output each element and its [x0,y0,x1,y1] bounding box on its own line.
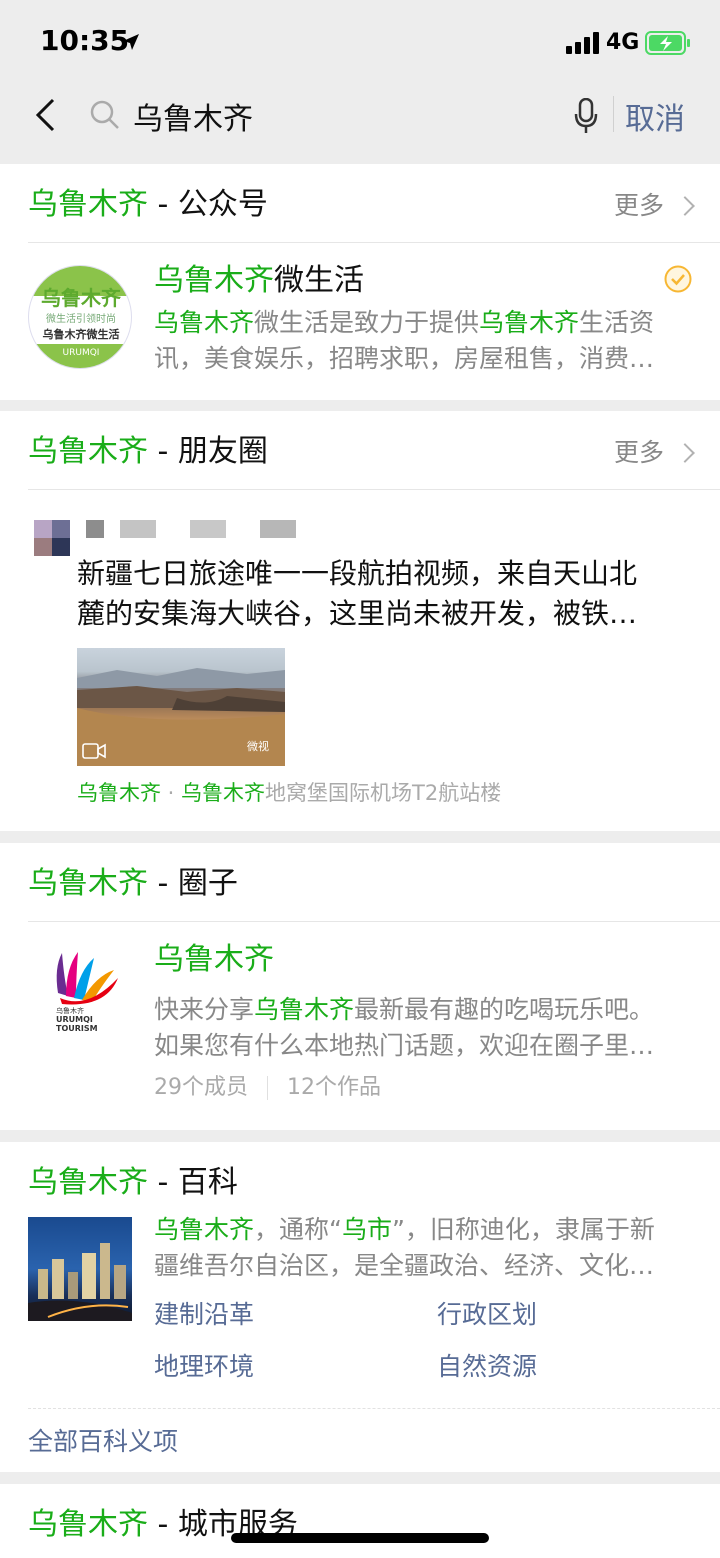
baike-link-history[interactable]: 建制沿革 [154,1298,254,1332]
account-result-item[interactable]: 乌鲁木齐 微生活引领时尚 乌鲁木齐微生活 URUMQI 乌鲁木齐微生活 乌鲁木齐… [0,243,720,400]
circle-section: 乌鲁木齐 - 圈子 乌鲁木齐 URUMQI TOURISM 乌鲁木齐 快来分享乌… [0,843,720,1130]
all-baike-entries-link[interactable]: 全部百科义项 [28,1425,178,1459]
baike-link-divisions[interactable]: 行政区划 [437,1298,537,1332]
battery-icon [645,31,690,55]
section-title: 乌鲁木齐 - 公众号 [28,187,268,222]
section-title: 乌鲁木齐 - 百科 [28,1165,238,1200]
city-photo[interactable] [28,1217,132,1321]
signal-icon [566,32,599,54]
city-service-section: 乌鲁木齐 - 城市服务 [0,1484,720,1558]
more-button[interactable]: 更多 [614,436,664,470]
avatar [34,520,70,556]
member-count: 29个成员 [154,1075,248,1100]
video-icon [82,743,106,759]
search-bar: 乌鲁木齐 取消 [0,86,720,152]
back-icon[interactable] [34,98,56,132]
baike-desc-line2: 疆维吾尔自治区，是全疆政治、经济、文化… [154,1251,655,1280]
chevron-right-icon[interactable] [675,443,695,463]
account-name: 乌鲁木齐微生活 [154,263,364,298]
location-arrow-icon [123,34,139,50]
post-text-line2: 麓的安集海大峡谷，这里尚未被开发，被铁… [77,597,638,630]
baike-link-resources[interactable]: 自然资源 [437,1350,537,1384]
circle-logo: 乌鲁木齐 URUMQI TOURISM [48,948,128,1038]
baike-section: 乌鲁木齐 - 百科 乌鲁木齐，通称“乌市”，旧称迪化，隶属于新 疆维吾尔自治区，… [0,1142,720,1472]
mic-icon[interactable] [574,98,598,134]
section-title: 乌鲁木齐 - 圈子 [28,866,238,901]
moment-post[interactable]: 新疆七日旅途唯一一段航拍视频，来自天山北 麓的安集海大峡谷，这里尚未被开发，被铁… [0,490,720,831]
search-input[interactable]: 乌鲁木齐 [133,94,253,138]
circle-desc-line1: 快来分享乌鲁木齐最新最有趣的吃喝玩乐吧。 [154,995,655,1024]
home-indicator[interactable] [231,1533,489,1543]
more-button[interactable]: 更多 [614,189,664,223]
post-text-line1: 新疆七日旅途唯一一段航拍视频，来自天山北 [77,557,638,590]
cancel-button[interactable]: 取消 [625,94,685,138]
account-avatar: 乌鲁木齐 微生活引领时尚 乌鲁木齐微生活 URUMQI [28,265,132,369]
network-label: 4G [606,30,640,55]
account-desc-line1: 乌鲁木齐微生活是致力于提供乌鲁木齐生活资 [154,308,655,337]
verified-icon [664,265,692,293]
circle-name: 乌鲁木齐 [154,942,274,977]
search-divider [613,96,614,132]
status-time: 10:35 [40,24,130,57]
search-icon [90,100,119,129]
video-thumbnail[interactable]: 微视 [77,648,285,766]
section-title: 乌鲁木齐 - 朋友圈 [28,434,268,469]
moments-section: 乌鲁木齐 - 朋友圈 更多 新疆七日旅途唯一一段航拍视频，来自天山北 麓的安集海… [0,411,720,831]
baike-link-geography[interactable]: 地理环境 [154,1350,254,1384]
circle-result-item[interactable]: 乌鲁木齐 URUMQI TOURISM 乌鲁木齐 快来分享乌鲁木齐最新最有趣的吃… [0,922,720,1130]
work-count: 12个作品 [287,1075,381,1100]
dotted-divider [28,1408,720,1409]
baike-desc-line1: 乌鲁木齐，通称“乌市”，旧称迪化，隶属于新 [154,1215,655,1244]
status-bar: 10:35 4G [0,0,720,86]
circle-stats: 29个成员 12个作品 [154,1072,381,1104]
video-badge: 微视 [247,740,269,753]
blurred-username [86,520,316,538]
post-location: 乌鲁木齐 · 乌鲁木齐地窝堡国际机场T2航站楼 [77,781,502,805]
account-desc-line2: 讯，美食娱乐，招聘求职，房屋租售，消费… [154,344,655,373]
circle-desc-line2: 如果您有什么本地热门话题，欢迎在圈子里… [154,1031,655,1060]
official-account-section: 乌鲁木齐 - 公众号 更多 乌鲁木齐 微生活引领时尚 乌鲁木齐微生活 URUMQ… [0,164,720,400]
chevron-right-icon[interactable] [675,196,695,216]
